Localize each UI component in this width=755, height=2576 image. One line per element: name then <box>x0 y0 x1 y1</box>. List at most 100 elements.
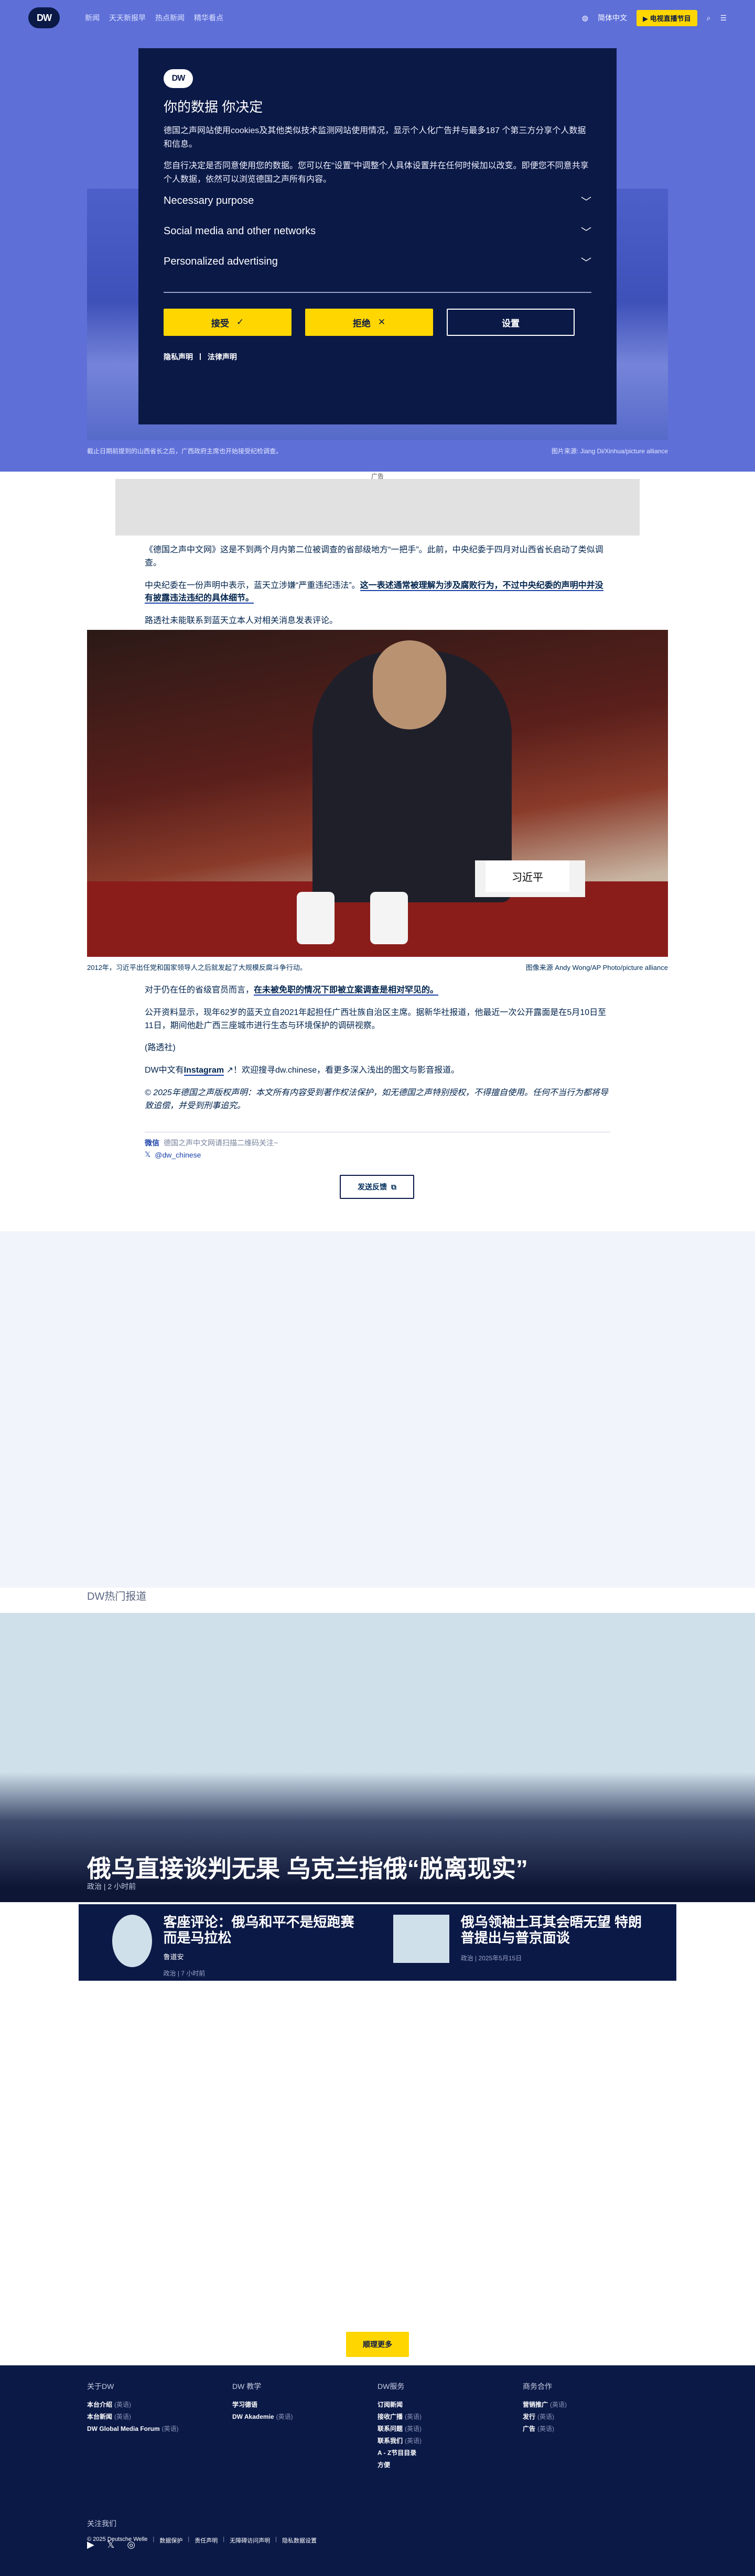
paragraph: 公开资料显示，现年62岁的蓝天立自2021年起担任广西壮族自治区主席。据新华社报… <box>145 1008 607 1030</box>
consent-dialog: DW 你的数据 你决定 德国之声网站使用cookies及其他类似技术监测网站使用… <box>138 48 617 424</box>
article-photo: 习近平 <box>87 630 668 957</box>
footer-link[interactable]: 学习德语 <box>232 2400 378 2409</box>
footer-link[interactable]: 方便 <box>378 2460 523 2469</box>
paragraph: 中央纪委在一份声明中表示，蓝天立涉嫌“严重违纪违法”。这一表述通常被理解为涉及腐… <box>145 580 610 606</box>
footer-link[interactable]: 联系问题 (英语) <box>378 2424 523 2433</box>
hot-section-label: DW热门报道 <box>87 1591 147 1602</box>
settings-label: 设置 <box>502 318 520 329</box>
purpose-social-media[interactable]: Social media and other networks ﹀ <box>164 216 591 247</box>
top-nav: 新闻 天天新报早 热点新闻 精华看点 <box>85 13 223 23</box>
article-body-bottom: 对于仍在任的省级官员而言，在未被免职的情况下即被立案调查是相对罕见的。 公开资料… <box>145 984 610 1122</box>
accessibility-link[interactable]: 无障碍访问声明 <box>230 2536 270 2545</box>
language-selector[interactable]: 简体中文 <box>598 13 627 23</box>
photo-nameplate: 习近平 <box>486 860 569 892</box>
card-meta: 政治 | 2025年5月15日 <box>460 1954 522 1962</box>
purpose-label: Necessary purpose <box>164 195 254 207</box>
footer-link[interactable]: 广告 (英语) <box>523 2424 668 2433</box>
link-separator: | <box>199 352 201 361</box>
accept-button[interactable]: 接受 ✓ <box>164 309 292 336</box>
footer-link[interactable]: DW Global Media Forum (英语) <box>87 2424 232 2433</box>
hero-caption: 截止日期前提到的山西省长之后，广西政府主席也开始接受纪检调查。 图片来源: Ji… <box>87 446 668 455</box>
purpose-advertising[interactable]: Personalized advertising ﹀ <box>164 247 591 278</box>
accept-label: 接受 <box>211 318 229 329</box>
footer-link[interactable]: 订阅新闻 <box>378 2400 523 2409</box>
hot-card[interactable]: 客座评论：俄乌和平不是短跑赛 而是马拉松 鲁道安 政治 | 7 小时前 <box>112 1914 362 1977</box>
settings-button[interactable]: 设置 <box>447 309 575 336</box>
consent-text-2: 您自行决定是否同意使用您的数据。您可以在“设置”中调整个人具体设置并在任何时候加… <box>164 161 589 184</box>
footer-link[interactable]: 联系我们 (英语) <box>378 2436 523 2445</box>
privacy-link[interactable]: 隐私声明 <box>164 352 193 362</box>
copyright-notice: © 2025年德国之声版权声明：本文所有内容受到著作权法保护，如无德国之声特别授… <box>145 1088 608 1110</box>
disclaimer-link[interactable]: 责任声明 <box>195 2536 218 2545</box>
article-body-top: 《德国之声中文网》这是不到两个月内第二位被调查的省部级地方“一把手”。此前，中央… <box>145 544 610 637</box>
hero-credit: 图片来源: Jiang Di/Xinhua/picture alliance <box>551 447 668 455</box>
footer-link[interactable]: A - Z节目目录 <box>378 2448 523 2457</box>
photo-cup <box>297 892 335 944</box>
paragraph: DW中文有Instagram ↗！欢迎搜寻dw.chinese，看更多深入浅出的… <box>145 1064 610 1077</box>
paragraph-text: 中央纪委在一份声明中表示，蓝天立涉嫌“严重违纪违法”。 <box>145 581 360 590</box>
wechat-brand[interactable]: 微信 <box>145 1138 159 1148</box>
hot-card[interactable]: 俄乌领袖土耳其会晤无望 特朗普提出与普京面谈 政治 | 2025年5月15日 <box>393 1914 643 1970</box>
privacy-settings-link[interactable]: 隐私数据设置 <box>282 2536 317 2545</box>
paragraph: 对于仍在任的省级官员而言，在未被免职的情况下即被立案调查是相对罕见的。 <box>145 984 610 997</box>
purpose-necessary[interactable]: Necessary purpose ﹀ <box>164 186 591 217</box>
globe-icon[interactable]: ◍ <box>582 14 588 23</box>
search-icon[interactable]: ⌕ <box>707 14 711 23</box>
legal-bar: © 2025 Deutsche Welle | 数据保护 | 责任声明 | 无障… <box>87 2536 317 2545</box>
footer-link[interactable]: 发行 (英语) <box>523 2412 668 2421</box>
header-actions: ◍ 简体中文 ▶ 电视直播节目 ⌕ ☰ <box>582 9 727 26</box>
card-author: 鲁道安 <box>163 1952 184 1961</box>
more-news-button[interactable]: 顺理更多 <box>346 2332 409 2357</box>
legal-link[interactable]: 法律声明 <box>208 352 237 362</box>
hot-cards: 客座评论：俄乌和平不是短跑赛 而是马拉松 鲁道安 政治 | 7 小时前 俄乌领袖… <box>79 1904 676 1981</box>
consent-logo: DW <box>164 69 193 88</box>
instagram-link[interactable]: Instagram <box>184 1066 224 1076</box>
footer-link[interactable]: 本台介绍 (英语) <box>87 2400 232 2409</box>
paragraph: 《德国之声中文网》这是不到两个月内第二位被调查的省部级地方“一把手”。此前，中央… <box>145 545 603 567</box>
consent-divider <box>164 292 591 293</box>
x-icon: 𝕏 <box>145 1150 151 1159</box>
reject-button[interactable]: 拒绝 ✕ <box>305 309 433 336</box>
paragraph-text: DW中文有 <box>145 1066 184 1075</box>
close-icon: ✕ <box>378 317 386 328</box>
consent-title: 你的数据 你决定 <box>164 99 263 115</box>
footer-link[interactable]: 接收广播 (英语) <box>378 2412 523 2421</box>
chevron-down-icon: ﹀ <box>581 197 591 209</box>
dw-logo[interactable]: DW <box>28 7 60 28</box>
card-thumbnail <box>393 1915 449 1963</box>
nav-item-0[interactable]: 新闻 <box>85 13 100 23</box>
purpose-label: Personalized advertising <box>164 256 278 268</box>
ad-slot[interactable] <box>115 479 640 536</box>
data-protection-link[interactable]: 数据保护 <box>159 2536 182 2545</box>
hot-hero-title[interactable]: 俄乌直接谈判无果 乌克兰指俄“脱离现实” <box>87 1850 668 1884</box>
paragraph: (路透社) <box>145 1043 176 1053</box>
footer-link[interactable]: 营销推广 (英语) <box>523 2400 668 2409</box>
card-title: 俄乌领袖土耳其会晤无望 特朗普提出与普京面谈 <box>460 1914 642 1946</box>
nav-item-2[interactable]: 热点新闻 <box>155 13 185 23</box>
photo-caption: 2012年，习近平出任党和国家领导人之后就发起了大规模反腐斗争行动。 图像来源 … <box>87 962 668 972</box>
nav-item-1[interactable]: 天天新报早 <box>109 13 146 23</box>
highlight-link[interactable]: 在未被免职的情况下即被立案调查是相对罕见的。 <box>254 986 439 996</box>
footer-col-title: DW 教学 <box>232 2382 262 2391</box>
twitter-handle[interactable]: @dw_chinese <box>155 1151 201 1159</box>
paragraph: 路透社未能联系到蓝天立本人对相关消息发表评论。 <box>145 616 338 626</box>
feedback-button[interactable]: 发送反馈 ⧉ <box>340 1175 414 1199</box>
feedback-label: 发送反馈 <box>358 1183 387 1191</box>
footer-col-learning: DW 教学 学习德语 DW Akademie (英语) <box>232 2381 378 2472</box>
photo-caption-text: 2012年，习近平出任党和国家领导人之后就发起了大规模反腐斗争行动。 <box>87 964 307 972</box>
photo-head <box>373 640 446 729</box>
footer-link[interactable]: 本台新闻 (英语) <box>87 2412 232 2421</box>
consent-links: 隐私声明 | 法律声明 <box>164 352 591 362</box>
check-icon: ✓ <box>236 317 244 328</box>
copyright: © 2025 Deutsche Welle <box>87 2536 148 2542</box>
live-tv-button[interactable]: ▶ 电视直播节目 <box>636 9 697 26</box>
wechat-text: 德国之声中文网请扫描二维码关注~ <box>164 1139 278 1147</box>
chevron-down-icon: ﹀ <box>581 257 591 269</box>
footer-col-about: 关于DW 本台介绍 (英语) 本台新闻 (英语) DW Global Media F… <box>87 2381 232 2472</box>
footer-link[interactable]: DW Akademie (英语) <box>232 2412 378 2421</box>
footer-col-title: DW服务 <box>378 2382 405 2391</box>
menu-icon[interactable]: ☰ <box>720 14 727 23</box>
footer-col-services: DW服务 订阅新闻 接收广播 (英语) 联系问题 (英语) 联系我们 (英语) A -… <box>378 2381 523 2472</box>
nav-item-3[interactable]: 精华看点 <box>194 13 223 23</box>
footer-col-business: 商务合作 营销推广 (英语) 发行 (英语) 广告 (英语) <box>523 2381 668 2472</box>
